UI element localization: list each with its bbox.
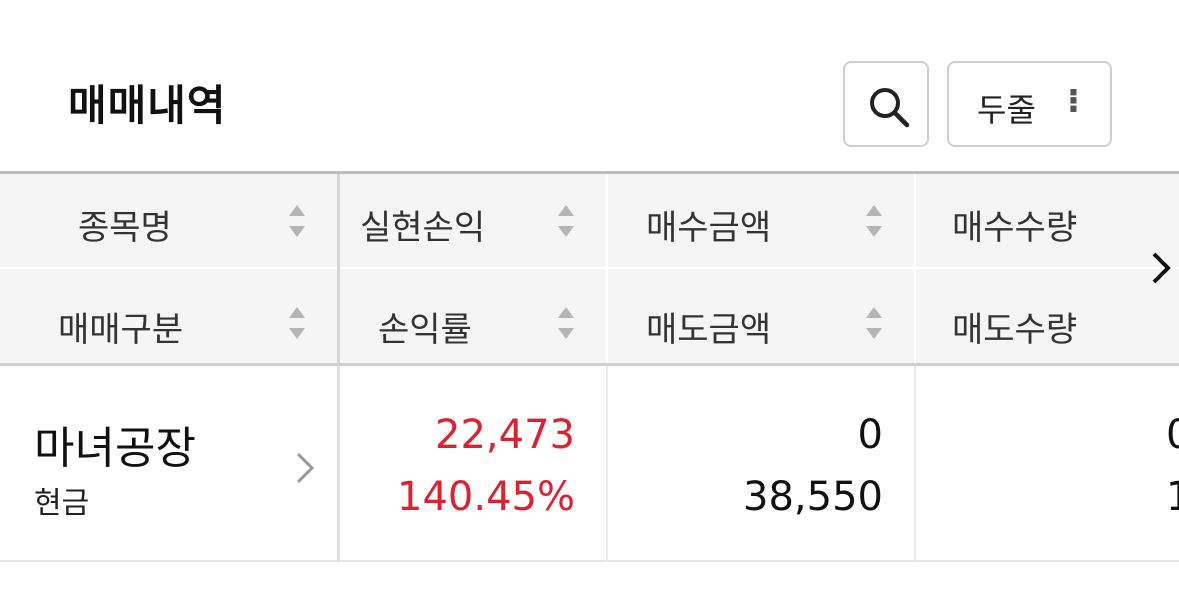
sort-updown-icon[interactable] xyxy=(287,303,307,343)
page-title: 매매내역 xyxy=(68,81,227,130)
search-button[interactable] xyxy=(843,61,929,147)
buy-amount-value: 0 xyxy=(857,412,883,458)
sort-updown-icon[interactable] xyxy=(556,201,576,241)
column-divider xyxy=(606,174,608,363)
header-realized-pl[interactable]: 실현손익 xyxy=(360,200,485,249)
column-divider xyxy=(337,366,340,562)
chevron-right-icon[interactable] xyxy=(1150,248,1172,288)
header-sell-qty[interactable]: 매도수량 xyxy=(952,302,1077,351)
header-row-divider xyxy=(0,267,1179,269)
pl-rate-value: 140.45% xyxy=(397,474,575,520)
sell-qty-value: 1 xyxy=(1166,474,1179,520)
column-divider xyxy=(606,366,608,562)
chevron-right-icon[interactable] xyxy=(294,448,316,488)
buy-qty-value: 0 xyxy=(1166,412,1179,458)
two-line-view-label: 두줄 xyxy=(977,91,1036,129)
column-divider xyxy=(914,174,916,363)
sort-updown-icon[interactable] xyxy=(287,201,307,241)
trade-type: 현금 xyxy=(34,486,90,521)
sell-amount-value: 38,550 xyxy=(743,474,883,520)
column-divider xyxy=(914,366,916,562)
column-divider xyxy=(337,174,340,363)
header-sell-amount[interactable]: 매도금액 xyxy=(646,302,771,351)
header-stock-name[interactable]: 종목명 xyxy=(78,200,172,249)
two-line-view-button[interactable]: 두줄 ⁝ xyxy=(947,61,1112,147)
header-pl-rate[interactable]: 손익률 xyxy=(378,302,472,351)
stock-name[interactable]: 마녀공장 xyxy=(34,412,196,476)
more-dots-icon: ⁝ xyxy=(1067,81,1080,121)
search-icon xyxy=(870,88,910,128)
sort-updown-icon[interactable] xyxy=(556,303,576,343)
header-trade-type[interactable]: 매매구분 xyxy=(58,302,183,351)
header-buy-amount[interactable]: 매수금액 xyxy=(646,200,771,249)
realized-pl-value: 22,473 xyxy=(435,412,575,458)
header-buy-qty[interactable]: 매수수량 xyxy=(952,200,1077,249)
sort-updown-icon[interactable] xyxy=(864,201,884,241)
sort-updown-icon[interactable] xyxy=(864,303,884,343)
